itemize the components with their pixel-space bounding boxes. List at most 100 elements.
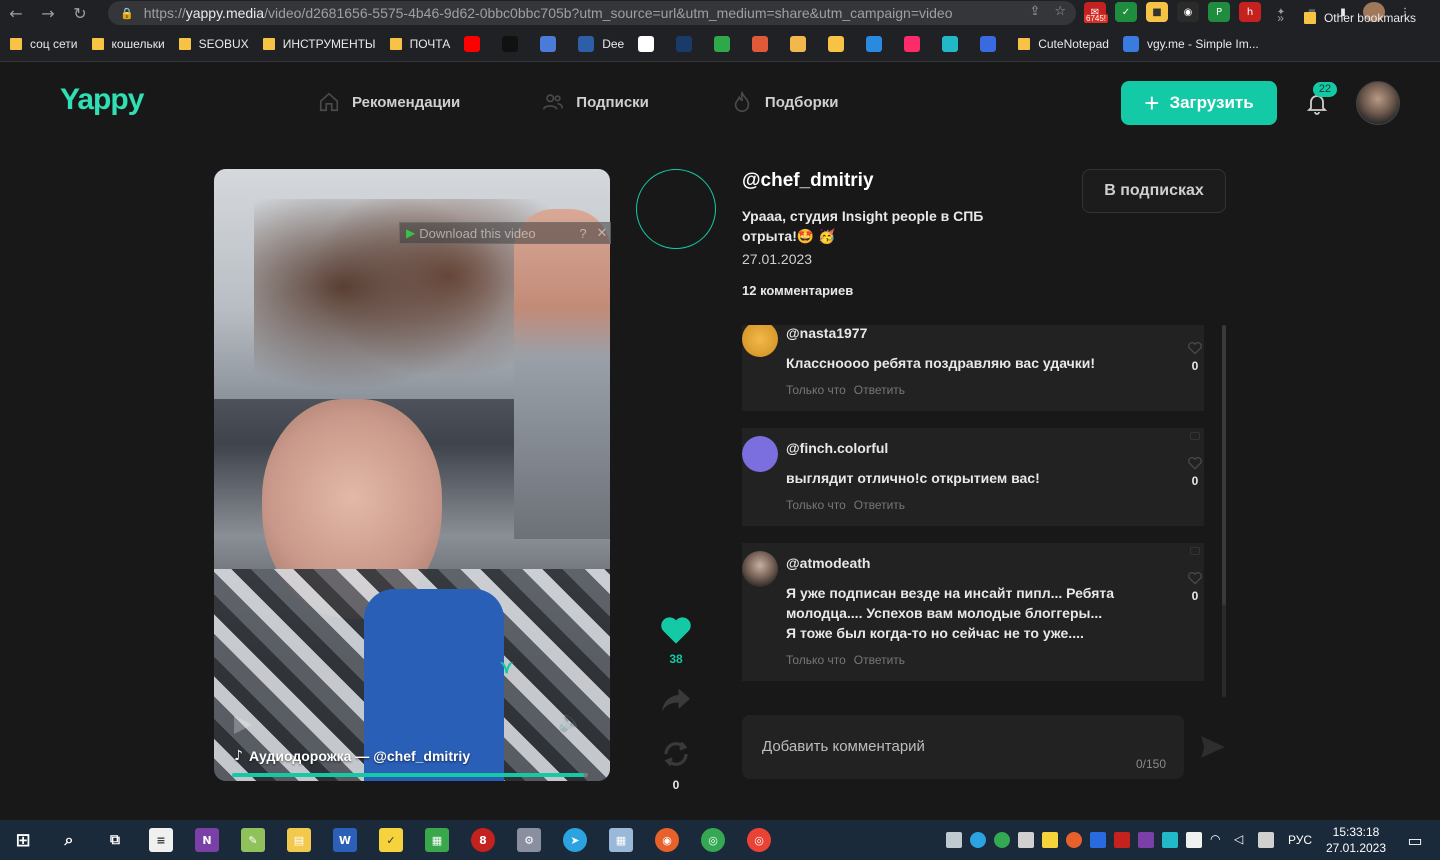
bookmark-item[interactable] <box>904 35 928 52</box>
play-icon[interactable]: ▶ <box>234 709 264 739</box>
battery-icon[interactable] <box>1185 832 1202 848</box>
bookmark-item[interactable] <box>714 35 738 52</box>
upload-button[interactable]: + Загрузить <box>1121 81 1277 125</box>
note-extension-icon[interactable]: ■ <box>1146 2 1168 22</box>
bookmark-item[interactable] <box>828 35 852 52</box>
bookmark-item[interactable]: соц сети <box>10 37 78 51</box>
send-comment-button[interactable] <box>1200 735 1226 759</box>
comment-username[interactable]: @finch.colorful <box>786 440 1204 456</box>
share-page-icon[interactable]: ⇪ <box>1029 4 1040 19</box>
download-video-bar[interactable]: ▶ Download this video ? ✕ <box>399 222 611 244</box>
comment-reply-button[interactable]: Ответить <box>854 498 905 512</box>
volume-icon[interactable]: 🔈 <box>558 709 588 739</box>
share-button[interactable] <box>660 686 692 719</box>
repost-button[interactable] <box>661 739 691 774</box>
comment-reply-button[interactable]: Ответить <box>854 383 905 397</box>
system-clock[interactable]: 15:33:18 27.01.2023 <box>1320 824 1392 856</box>
comments-scroll-thumb[interactable] <box>1222 325 1226 605</box>
nav-subscriptions[interactable]: Подписки <box>542 91 649 113</box>
tray-app-icon[interactable] <box>1041 832 1058 848</box>
tray-app-icon[interactable] <box>1089 832 1106 848</box>
video-player[interactable]: ⋎ ▶ 🔈 ♪ Аудиодорожка — @chef_dmitriy <box>214 169 610 781</box>
taskbar-app[interactable]: ▦ <box>414 820 460 860</box>
bookmark-item[interactable]: CuteNotepad <box>1018 37 1109 51</box>
bookmark-item[interactable]: кошельки <box>91 37 165 51</box>
h-extension-icon[interactable]: h <box>1239 2 1261 22</box>
audio-track[interactable]: ♪ Аудиодорожка — @chef_dmitriy <box>234 748 470 764</box>
back-icon[interactable]: ← <box>0 0 32 26</box>
author-name[interactable]: @chef_dmitriy <box>742 170 874 192</box>
tray-app-icon[interactable] <box>969 832 986 848</box>
tray-app-icon[interactable] <box>1017 832 1034 848</box>
taskbar-app[interactable]: ◉ <box>644 820 690 860</box>
notification-center-icon[interactable]: ▭ <box>1400 820 1430 860</box>
comment-like-button[interactable]: 0 <box>1186 341 1204 373</box>
comment-like-button[interactable]: 0 <box>1186 571 1204 603</box>
subscribed-button[interactable]: В подписках <box>1082 169 1226 213</box>
start-button[interactable]: ⊞ <box>0 820 46 860</box>
other-bookmarks[interactable]: Other bookmarks <box>1303 11 1416 25</box>
taskbar-app[interactable]: ▦ <box>598 820 644 860</box>
comment-username[interactable]: @nasta1977 <box>786 325 1204 341</box>
video-progress-bar[interactable] <box>232 773 588 777</box>
forward-icon[interactable]: → <box>32 0 64 26</box>
comments-scrollbar[interactable] <box>1222 325 1226 697</box>
language-indicator[interactable]: РУС <box>1288 833 1312 847</box>
comment-avatar[interactable] <box>742 325 778 357</box>
comment-menu-icon[interactable] <box>1190 547 1200 555</box>
bookmark-item[interactable] <box>980 35 1004 52</box>
bookmark-item[interactable] <box>752 35 776 52</box>
bookmarks-overflow[interactable]: » <box>1277 11 1284 25</box>
bookmark-star-icon[interactable]: ☆ <box>1054 4 1066 19</box>
tray-app-icon[interactable] <box>1065 832 1082 848</box>
bookmark-item[interactable] <box>464 35 488 52</box>
taskbar-app[interactable]: ✓ <box>368 820 414 860</box>
volume-tray-icon[interactable]: ◁ <box>1234 832 1250 848</box>
author-avatar[interactable] <box>636 169 716 249</box>
bookmark-item[interactable] <box>638 35 662 52</box>
yappy-logo[interactable]: Yappy <box>60 83 144 117</box>
like-button[interactable] <box>659 615 693 650</box>
reload-icon[interactable]: ↻ <box>64 0 96 26</box>
nav-collections[interactable]: Подборки <box>731 91 839 113</box>
comment-avatar[interactable] <box>742 436 778 472</box>
comment-reply-button[interactable]: Ответить <box>854 653 905 667</box>
bookmark-item[interactable] <box>866 35 890 52</box>
taskbar-app[interactable]: ◎ <box>736 820 782 860</box>
taskbar-app[interactable]: ▤ <box>276 820 322 860</box>
tray-app-icon[interactable] <box>1113 832 1130 848</box>
taskbar-app[interactable]: ◎ <box>690 820 736 860</box>
task-view-button[interactable]: ⧉ <box>92 820 138 860</box>
download-help-button[interactable]: ? <box>576 226 590 241</box>
bookmark-item[interactable]: ПОЧТА <box>389 37 450 51</box>
comment-username[interactable]: @atmodeath <box>786 555 1204 571</box>
comment-menu-icon[interactable] <box>1190 432 1200 440</box>
taskbar-app[interactable]: ≡ <box>138 820 184 860</box>
nav-recommendations[interactable]: Рекомендации <box>318 91 460 113</box>
shield-extension-icon[interactable]: ✓ <box>1115 2 1137 22</box>
user-avatar[interactable] <box>1356 81 1400 125</box>
taskbar-app[interactable]: N <box>184 820 230 860</box>
keyboard-icon[interactable] <box>1257 832 1274 848</box>
bookmark-item[interactable]: Dee <box>578 35 624 52</box>
comment-like-button[interactable]: 0 <box>1186 456 1204 488</box>
bookmark-item[interactable]: vgy.me - Simple Im... <box>1122 35 1259 52</box>
bookmark-item[interactable]: ИНСТРУМЕНТЫ <box>262 37 376 51</box>
bookmark-item[interactable]: SEOBUX <box>178 37 249 51</box>
bookmark-item[interactable] <box>676 35 700 52</box>
search-button[interactable]: ⌕ <box>46 820 92 860</box>
comment-avatar[interactable] <box>742 551 778 587</box>
download-close-button[interactable]: ✕ <box>594 225 610 241</box>
taskbar-app[interactable]: ⚙ <box>506 820 552 860</box>
bookmark-item[interactable] <box>502 35 526 52</box>
address-bar[interactable]: 🔒 https://yappy.media/video/d2681656-557… <box>108 1 1076 25</box>
p-extension-icon[interactable]: P <box>1208 2 1230 22</box>
bookmark-item[interactable] <box>942 35 966 52</box>
taskbar-app[interactable]: W <box>322 820 368 860</box>
tray-app-icon[interactable] <box>945 832 962 848</box>
bookmark-item[interactable] <box>540 35 564 52</box>
taskbar-app[interactable]: ➤ <box>552 820 598 860</box>
bookmark-item[interactable] <box>790 35 814 52</box>
comments-list[interactable]: @nasta1977 Классноооо ребята поздравляю … <box>742 325 1204 697</box>
tray-app-icon[interactable] <box>1137 832 1154 848</box>
